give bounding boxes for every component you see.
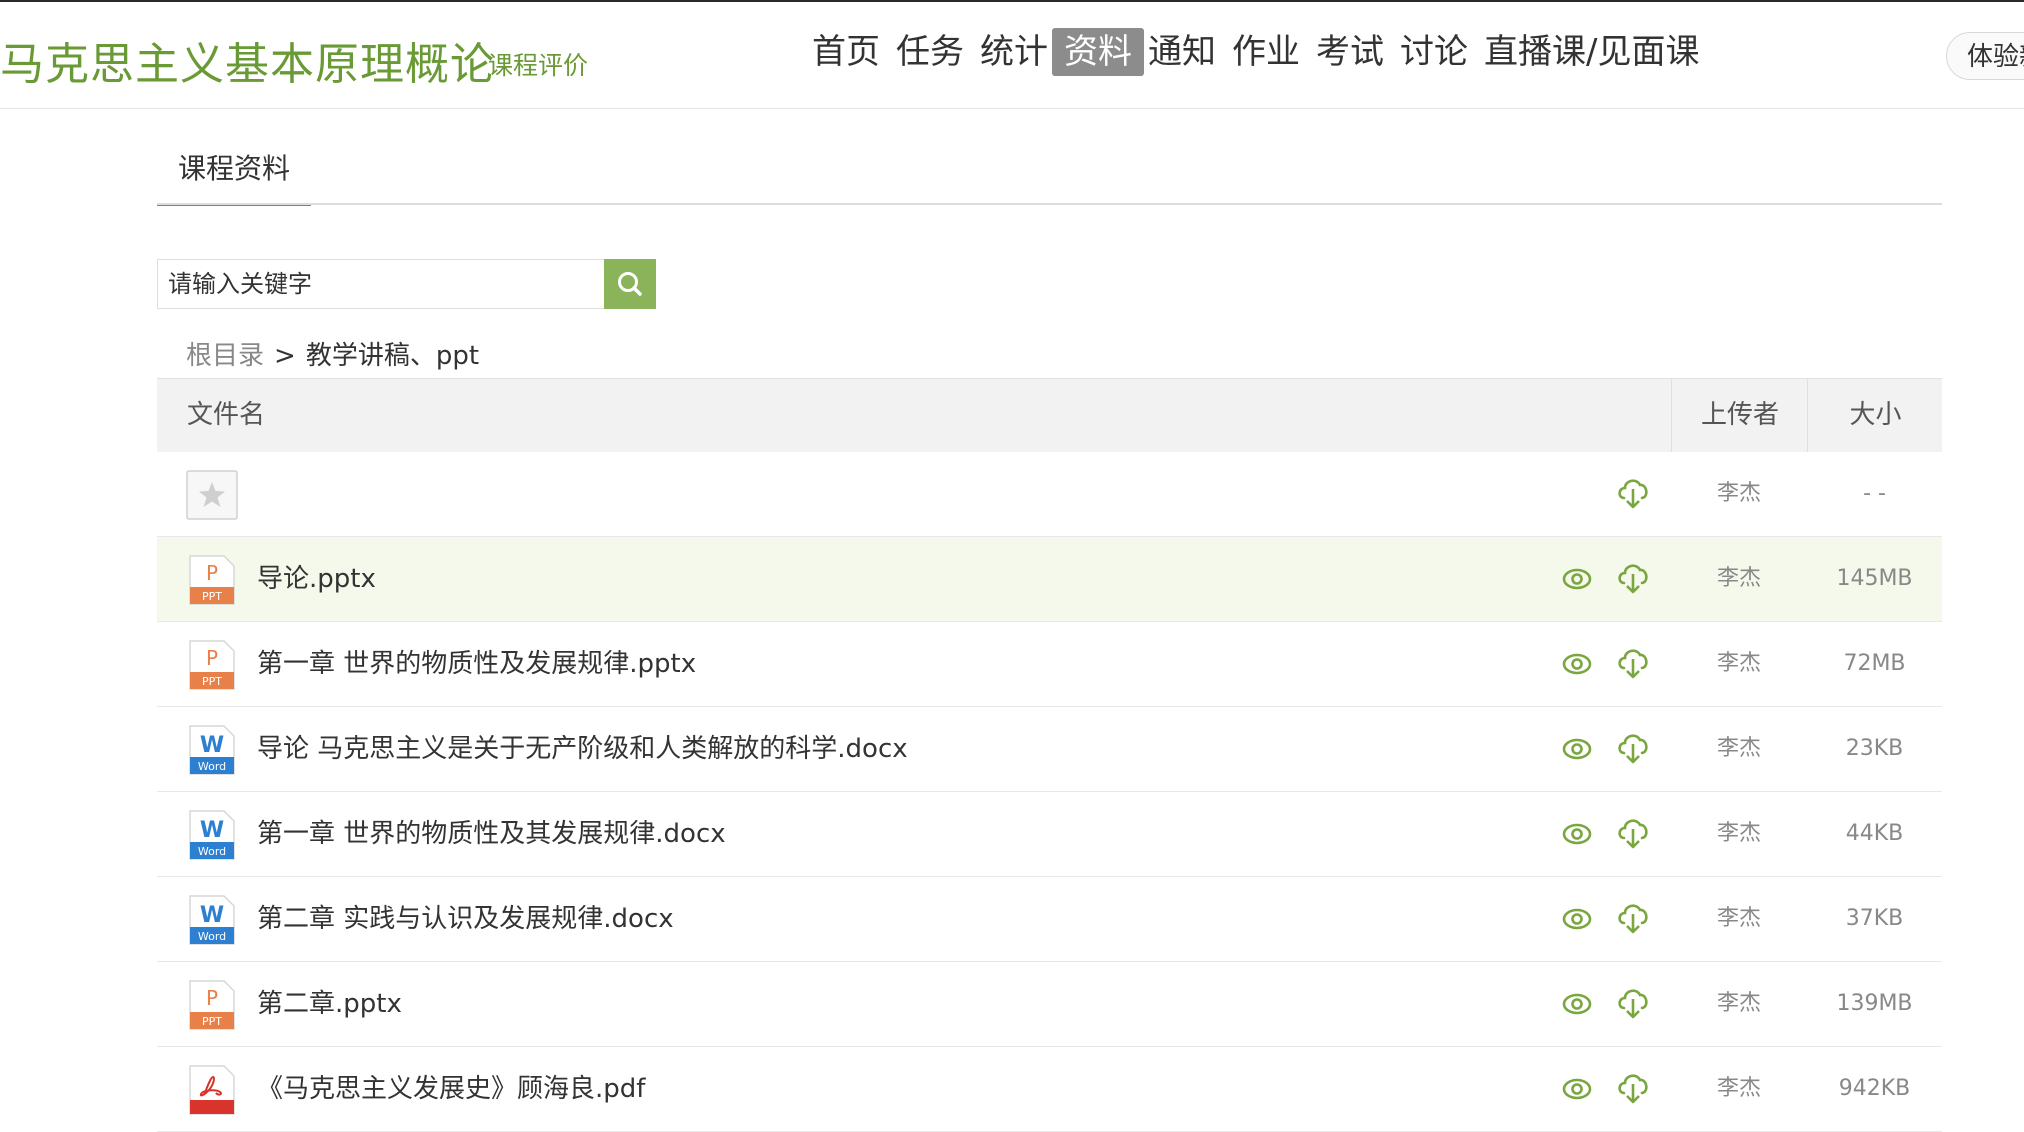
uploader-name: 李杰	[1716, 566, 1761, 591]
nav-item-notices[interactable]: 通知	[1136, 28, 1228, 76]
search-icon	[618, 272, 642, 296]
subnav-divider	[157, 203, 1942, 205]
cloud-download-icon[interactable]	[1615, 812, 1651, 852]
uploader-name: 李杰	[1716, 736, 1761, 761]
column-header-size: 大小	[1807, 379, 1943, 452]
file-name[interactable]: 第二章.pptx	[257, 962, 402, 1046]
table-header: 文件名 上传者 大小	[157, 378, 1942, 452]
table-row[interactable]: W Word 导论 马克思主义是关于无产阶级和人类解放的科学.docx 李杰 2…	[157, 707, 1942, 792]
preview-eye-icon[interactable]	[1561, 563, 1593, 595]
preview-eye-icon[interactable]	[1561, 988, 1593, 1020]
file-name[interactable]: 第二章 实践与认识及发展规律.docx	[257, 877, 674, 961]
svg-text:W: W	[200, 903, 224, 928]
cloud-download-icon[interactable]	[1615, 642, 1651, 682]
svg-text:P: P	[206, 646, 218, 670]
svg-text:P: P	[206, 561, 218, 585]
star-folder-icon	[186, 470, 238, 520]
svg-text:PPT: PPT	[202, 1015, 222, 1028]
cloud-download-icon[interactable]	[1615, 1067, 1651, 1107]
file-name[interactable]: 第一章 世界的物质性及发展规律.pptx	[257, 622, 696, 706]
file-name[interactable]: 导论 马克思主义是关于无产阶级和人类解放的科学.docx	[257, 707, 908, 791]
word-file-icon: W Word	[189, 810, 235, 860]
nav-item-discussion[interactable]: 讨论	[1388, 28, 1480, 76]
search-box	[157, 259, 605, 309]
search-button[interactable]	[604, 259, 656, 309]
breadcrumb-root-link[interactable]: 根目录	[186, 341, 264, 371]
svg-text:W: W	[200, 733, 224, 758]
svg-text:Word: Word	[198, 930, 226, 943]
table-row[interactable]: 《马克思主义发展史》顾海良.pdf 李杰 942KB	[157, 1047, 1942, 1132]
tab-course-materials[interactable]: 课程资料	[157, 146, 311, 206]
breadcrumb: 根目录 > 教学讲稿、ppt	[186, 335, 479, 372]
preview-eye-icon[interactable]	[1561, 818, 1593, 850]
table-row[interactable]: P PPT 第一章 世界的物质性及发展规律.pptx 李杰 72MB	[157, 622, 1942, 707]
uploader-name: 李杰	[1716, 821, 1761, 846]
cloud-download-icon[interactable]	[1615, 897, 1651, 937]
preview-eye-icon[interactable]	[1561, 648, 1593, 680]
file-name[interactable]: 第一章 世界的物质性及其发展规律.docx	[257, 792, 726, 876]
breadcrumb-separator: >	[274, 341, 296, 371]
file-name[interactable]: 《马克思主义发展史》顾海良.pdf	[257, 1047, 645, 1131]
nav-item-stats[interactable]: 统计	[968, 28, 1060, 76]
cloud-download-icon[interactable]	[1615, 557, 1651, 597]
nav-item-exams[interactable]: 考试	[1304, 28, 1396, 76]
uploader-name: 李杰	[1716, 651, 1761, 676]
pdf-file-icon	[189, 1065, 235, 1115]
cloud-download-icon[interactable]	[1615, 727, 1651, 767]
uploader-name: 李杰	[1716, 991, 1761, 1016]
table-row[interactable]: W Word 第一章 世界的物质性及其发展规律.docx 李杰 44KB	[157, 792, 1942, 877]
file-size: 145MB	[1836, 566, 1913, 591]
svg-text:W: W	[200, 818, 224, 843]
word-file-icon: W Word	[189, 725, 235, 775]
uploader-name: 李杰	[1716, 481, 1761, 506]
svg-text:PPT: PPT	[202, 590, 222, 603]
file-size: 72MB	[1843, 651, 1906, 676]
preview-eye-icon[interactable]	[1561, 903, 1593, 935]
ppt-file-icon: P PPT	[189, 640, 235, 690]
nav-item-home[interactable]: 首页	[800, 28, 892, 76]
breadcrumb-current: 教学讲稿、ppt	[305, 341, 480, 371]
file-size: 37KB	[1845, 906, 1904, 931]
preview-eye-icon[interactable]	[1561, 733, 1593, 765]
table-row[interactable]: 李杰 - -	[157, 452, 1942, 537]
ppt-file-icon: P PPT	[189, 555, 235, 605]
nav-item-materials[interactable]: 资料	[1052, 28, 1144, 76]
uploader-name: 李杰	[1716, 906, 1761, 931]
column-header-uploader: 上传者	[1671, 379, 1808, 452]
uploader-name: 李杰	[1716, 1076, 1761, 1101]
course-eval-link[interactable]: 课程评价	[488, 46, 588, 82]
cloud-download-icon[interactable]	[1615, 982, 1651, 1022]
svg-text:Word: Word	[198, 845, 226, 858]
file-size: 942KB	[1838, 1076, 1911, 1101]
svg-text:PPT: PPT	[202, 675, 222, 688]
file-size: 44KB	[1845, 821, 1904, 846]
table-row[interactable]: P PPT 导论.pptx 李杰 145MB	[157, 537, 1942, 622]
course-header: 马克思主义基本原理概论 课程评价 首页 任务 统计 资料 通知 作业 考试 讨论…	[0, 2, 2024, 109]
file-size: 139MB	[1836, 991, 1913, 1016]
file-size: - -	[1863, 481, 1886, 506]
nav-item-tasks[interactable]: 任务	[884, 28, 976, 76]
nav-item-homework[interactable]: 作业	[1220, 28, 1312, 76]
file-table: 文件名 上传者 大小 李杰 - - P PPT 导论.pptx 李杰 145MB…	[157, 378, 1942, 1132]
svg-text:Word: Word	[198, 760, 226, 773]
search-input[interactable]	[158, 260, 598, 308]
experience-new-version-button[interactable]: 体验新版	[1946, 32, 2024, 80]
preview-eye-icon[interactable]	[1561, 1073, 1593, 1105]
file-name[interactable]: 导论.pptx	[257, 537, 376, 621]
ppt-file-icon: P PPT	[189, 980, 235, 1030]
svg-text:P: P	[206, 986, 218, 1010]
course-title: 马克思主义基本原理概论	[0, 39, 495, 90]
word-file-icon: W Word	[189, 895, 235, 945]
nav-item-live-class[interactable]: 直播课/见面课	[1472, 28, 1711, 76]
table-row[interactable]: W Word 第二章 实践与认识及发展规律.docx 李杰 37KB	[157, 877, 1942, 962]
column-header-filename: 文件名	[187, 400, 266, 430]
table-row[interactable]: P PPT 第二章.pptx 李杰 139MB	[157, 962, 1942, 1047]
file-size: 23KB	[1845, 736, 1904, 761]
cloud-download-icon[interactable]	[1615, 472, 1651, 512]
